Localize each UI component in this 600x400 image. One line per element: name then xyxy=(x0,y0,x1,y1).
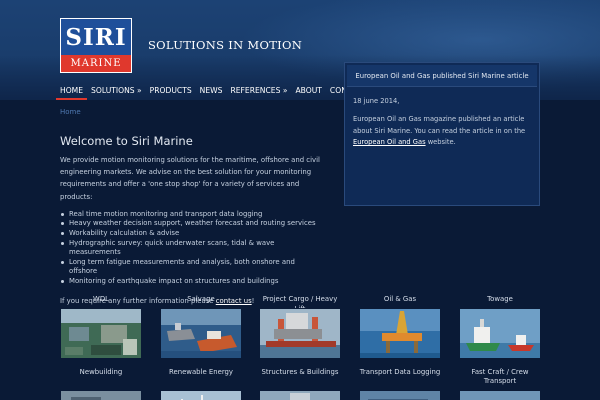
salvage-ship-photo-icon[interactable] xyxy=(160,308,242,359)
tile-renewable-energy[interactable]: Renewable Energy xyxy=(160,368,242,400)
main-navigation: HOME SOLUTIONS » PRODUCTS NEWS REFERENCE… xyxy=(56,84,370,100)
list-item: Long term fatigue measurements and analy… xyxy=(60,258,325,277)
page-title: Welcome to Siri Marine xyxy=(60,134,193,148)
transport-photo-icon[interactable] xyxy=(359,390,441,400)
newbuilding-photo-icon[interactable] xyxy=(60,390,142,400)
nav-products[interactable]: PRODUCTS xyxy=(146,84,196,100)
nav-about[interactable]: ABOUT xyxy=(291,84,325,100)
tile-project-cargo[interactable]: Project Cargo / Heavy Lift xyxy=(259,294,341,359)
news-date: 18 june 2014, xyxy=(353,97,400,105)
oil-rig-photo-icon[interactable] xyxy=(359,308,441,359)
structures-photo-icon[interactable] xyxy=(259,390,341,400)
news-panel: European Oil and Gas published Siri Mari… xyxy=(344,62,540,206)
news-body: 18 june 2014, European Oil an Gas magazi… xyxy=(345,89,539,156)
list-item: Monitoring of earthquake impact on struc… xyxy=(60,277,325,287)
breadcrumb[interactable]: Home xyxy=(60,108,81,116)
tile-transport-data-logging[interactable]: Transport Data Logging xyxy=(359,368,441,400)
contact-text-end: ! xyxy=(251,296,255,305)
tile-salvage[interactable]: Salvage xyxy=(160,294,242,359)
site-tagline: SOLUTIONS IN MOTION xyxy=(148,38,303,52)
wind-turbine-photo-icon[interactable] xyxy=(160,390,242,400)
list-item: Real time motion monitoring and transpor… xyxy=(60,210,325,220)
fast-craft-photo-icon[interactable] xyxy=(459,390,541,400)
tile-structures-buildings[interactable]: Structures & Buildings xyxy=(259,368,341,400)
tile-label: Project Cargo / Heavy Lift xyxy=(262,295,338,313)
list-item: Hydrographic survey: quick underwater sc… xyxy=(60,239,325,258)
siri-marine-logo[interactable]: SIRI MARINE xyxy=(60,18,132,73)
intro-paragraph: We provide motion monitoring solutions f… xyxy=(60,156,320,201)
tile-label: Transport Data Logging xyxy=(359,368,441,376)
news-text: European Oil an Gas magazine published a… xyxy=(353,114,531,149)
nav-references[interactable]: REFERENCES » xyxy=(226,84,291,100)
logo-subtitle: MARINE xyxy=(61,55,131,72)
nav-news[interactable]: NEWS xyxy=(196,84,227,100)
tile-label: Fast Craft / Crew Transport xyxy=(471,368,529,385)
tile-label: Salvage xyxy=(187,295,215,303)
heavy-lift-vessel-photo-icon[interactable] xyxy=(259,308,341,359)
deck-photo-icon[interactable] xyxy=(60,308,142,359)
list-item: Workability calculation & advise xyxy=(60,229,325,239)
services-list: Real time motion monitoring and transpor… xyxy=(60,210,325,287)
tug-boats-photo-icon[interactable] xyxy=(459,308,541,359)
tile-label: Oil & Gas xyxy=(383,295,417,303)
news-text-end: website. xyxy=(425,138,456,147)
tile-label: Structures & Buildings xyxy=(261,368,339,376)
nav-home[interactable]: HOME xyxy=(56,84,88,100)
tile-newbuilding[interactable]: Newbuilding xyxy=(60,368,142,400)
european-oil-gas-link[interactable]: European Oil and Gas xyxy=(353,138,426,146)
tile-label: WDL xyxy=(93,295,109,303)
tile-label: Towage xyxy=(487,295,513,303)
tile-fast-craft[interactable]: Fast Craft / Crew Transport xyxy=(459,368,541,400)
tile-label: Renewable Energy xyxy=(168,368,234,376)
news-text-start: European Oil an Gas magazine published a… xyxy=(353,114,526,135)
tile-label: Newbuilding xyxy=(79,368,123,376)
welcome-section: Welcome to Siri Marine We provide motion… xyxy=(60,134,325,307)
list-item: Heavy weather decision support, weather … xyxy=(60,219,325,229)
tile-wdl[interactable]: WDL xyxy=(60,294,142,359)
logo-wordmark: SIRI xyxy=(61,19,131,55)
tile-towage[interactable]: Towage xyxy=(459,294,541,359)
nav-solutions[interactable]: SOLUTIONS » xyxy=(87,84,146,100)
news-heading[interactable]: European Oil and Gas published Siri Mari… xyxy=(347,65,537,87)
tile-oil-gas[interactable]: Oil & Gas xyxy=(359,294,441,359)
